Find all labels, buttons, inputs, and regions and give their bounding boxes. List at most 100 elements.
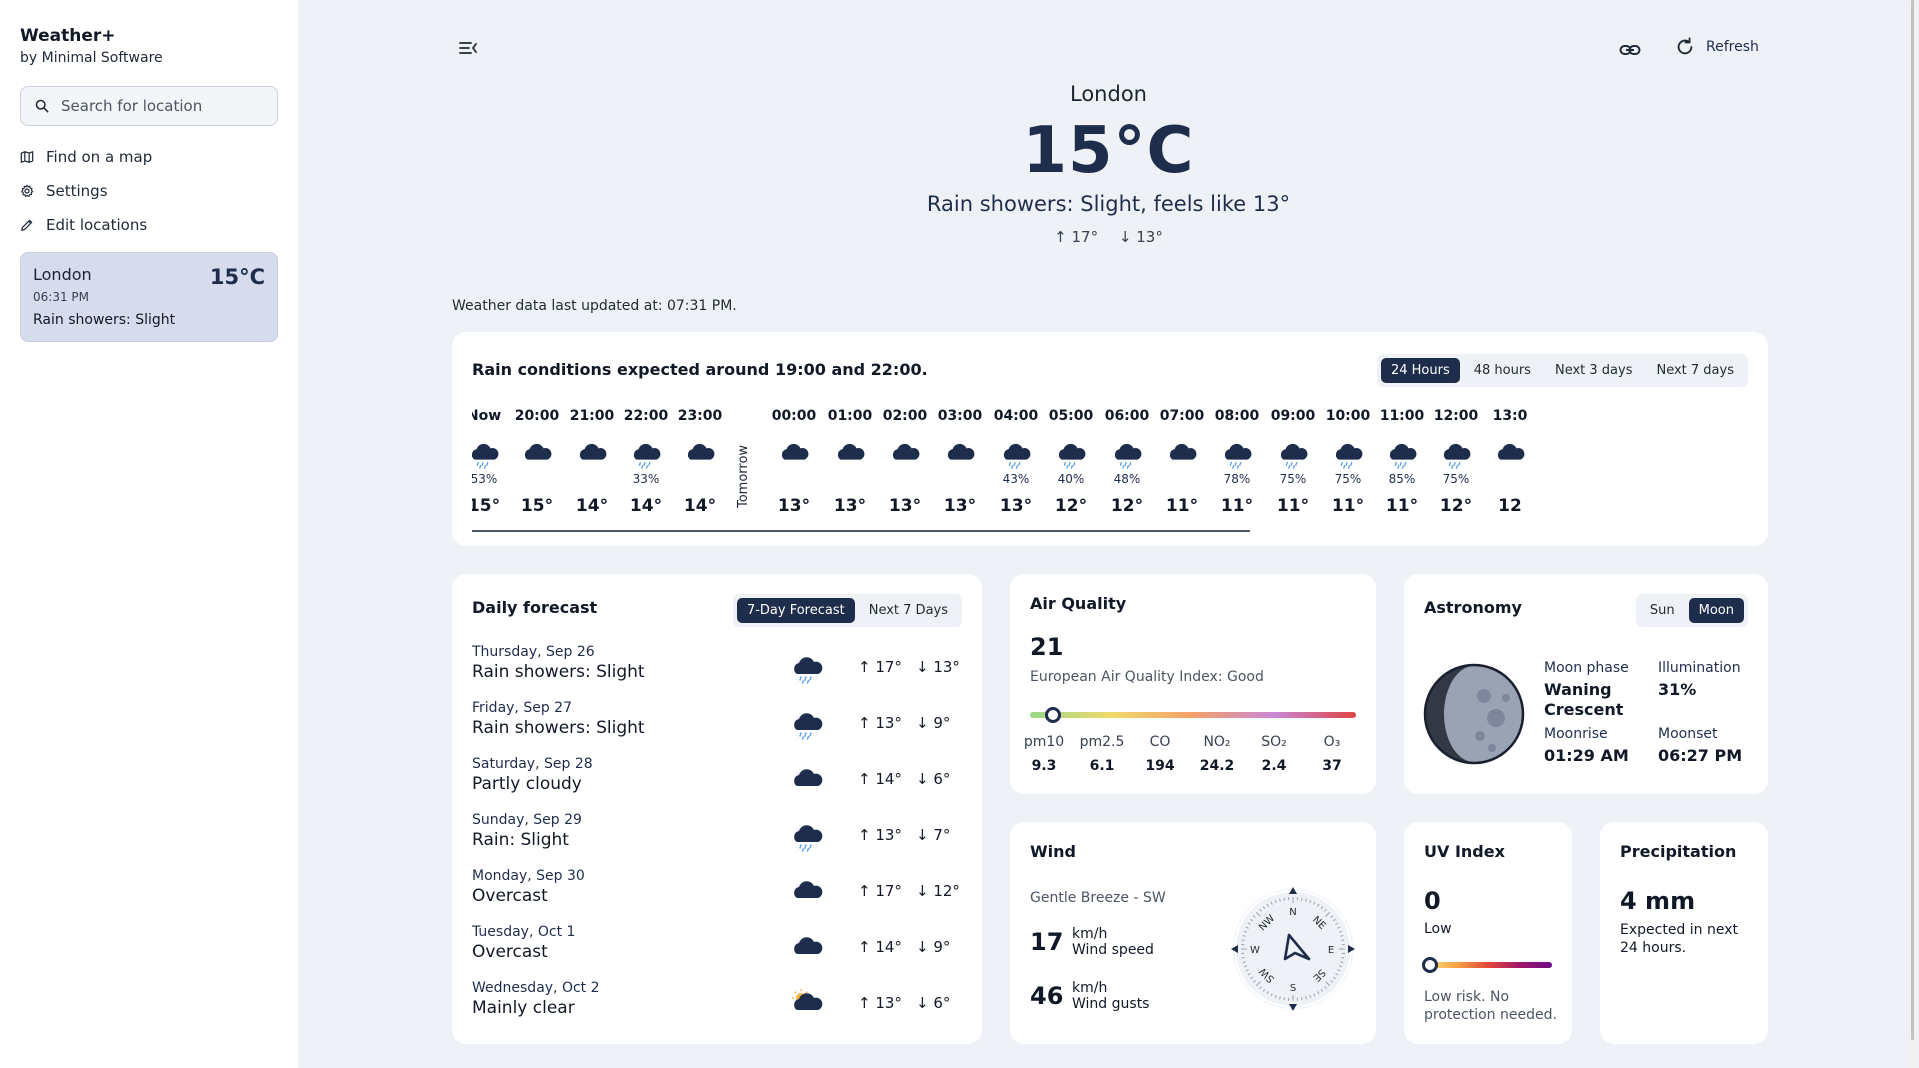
hourly-strip[interactable]: Now 53% 15° 20:00 15° 21:00 14° 22:00 33% 1… — [472, 408, 1744, 538]
hour-column: 20:00 15° — [507, 408, 567, 516]
day-low: ↓ 6° — [916, 994, 951, 1012]
uv-title: UV Index — [1424, 842, 1505, 861]
rain-cloud-icon — [1003, 443, 1031, 469]
hour-time: 08:00 — [1214, 408, 1260, 424]
uv-indicator — [1422, 957, 1438, 973]
hour-icon — [1386, 438, 1418, 470]
app-title: Weather+ — [20, 26, 116, 46]
hour-temp: 14° — [629, 496, 663, 516]
current-temp: 15°C — [1022, 114, 1195, 188]
hourly-range-tab[interactable]: 48 hours — [1464, 358, 1541, 383]
hour-icon — [1494, 438, 1526, 470]
daily-row[interactable]: Sunday, Sep 29 Rain: Slight ↑ 13° ↓ 7° — [472, 812, 962, 864]
last-updated: Weather data last updated at: 07:31 PM. — [452, 298, 737, 314]
hour-column: 08:00 78% 11° — [1207, 408, 1267, 516]
rain-cloud-icon — [1114, 443, 1142, 469]
cloud-icon — [837, 443, 865, 460]
hour-time: 21:00 — [569, 408, 615, 424]
precipitation-card: Precipitation 4 mm Expected in next 24 h… — [1600, 822, 1768, 1044]
daily-range-tab[interactable]: Next 7 Days — [859, 598, 958, 623]
wind-title: Wind — [1030, 842, 1076, 861]
pollutant-value: 2.4 — [1261, 758, 1287, 774]
hourly-range-tabs: 24 Hours 48 hours Next 3 days Next 7 days — [1376, 354, 1748, 387]
day-weather-icon — [790, 876, 824, 908]
pollutant: pm2.5 6.1 — [1072, 734, 1132, 774]
link-icon — [1619, 45, 1641, 55]
pollutant-value: 24.2 — [1199, 758, 1235, 774]
hour-precip-chance: 40% — [1057, 472, 1085, 486]
wind-description: Gentle Breeze - SW — [1030, 890, 1166, 906]
hour-time: 04:00 — [993, 408, 1039, 424]
rain-cloud-icon — [1280, 443, 1308, 469]
hour-precip-chance: 75% — [1442, 472, 1470, 486]
compass-label: S — [1290, 983, 1296, 994]
daily-row[interactable]: Saturday, Sep 28 Partly cloudy ↑ 14° ↓ 6… — [472, 756, 962, 808]
hour-column: 22:00 33% 14° — [616, 408, 676, 516]
aqi-scale-bar — [1030, 707, 1356, 723]
pollutant-name: SO₂ — [1261, 734, 1287, 750]
nav-label: Settings — [46, 182, 108, 200]
copy-link-button[interactable] — [1618, 38, 1642, 62]
daily-row[interactable]: Tuesday, Oct 1 Overcast ↑ 14° ↓ 9° — [472, 924, 962, 976]
cloud-icon — [794, 769, 823, 786]
precipitation-value: 4 mm — [1620, 887, 1696, 915]
hourly-forecast-card: Rain conditions expected around 19:00 an… — [452, 332, 1768, 546]
hour-temp: 12° — [1054, 496, 1088, 516]
illumination-value: 31% — [1658, 680, 1697, 699]
refresh-button[interactable]: Refresh — [1674, 36, 1759, 58]
pollutant-name: NO₂ — [1203, 734, 1231, 750]
page-scrollbar[interactable] — [1907, 0, 1919, 1068]
hour-time: 12:00 — [1433, 408, 1479, 424]
daily-row[interactable]: Wednesday, Oct 2 Mainly clear ↑ 13° ↓ 6° — [472, 980, 962, 1032]
hour-icon — [1221, 438, 1253, 470]
rain-cloud-icon — [794, 657, 823, 684]
nav-find-on-map[interactable]: Find on a map — [20, 140, 278, 174]
hour-column: 05:00 40% 12° — [1041, 408, 1101, 516]
saved-location-card[interactable]: London 06:31 PM Rain showers: Slight 15°… — [20, 252, 278, 342]
search-box[interactable] — [20, 86, 278, 126]
nav-edit-locations[interactable]: Edit locations — [20, 208, 278, 242]
wind-card: Wind Gentle Breeze - SW 17 km/h Wind spe… — [1010, 822, 1376, 1044]
wind-gusts-unit: km/h — [1072, 980, 1108, 996]
hourly-range-tab[interactable]: Next 3 days — [1545, 358, 1643, 383]
menu-icon — [459, 42, 477, 54]
precipitation-note: Expected in next 24 hours. — [1620, 922, 1738, 956]
astronomy-tab[interactable]: Sun — [1640, 598, 1685, 623]
hour-time: 03:00 — [937, 408, 983, 424]
day-low: ↓ 9° — [916, 714, 951, 732]
collapse-menu-button[interactable] — [456, 36, 480, 60]
hour-temp: 12° — [1439, 496, 1473, 516]
wind-speed-value: 17 — [1030, 928, 1064, 956]
hour-temp: 14° — [575, 496, 609, 516]
hourly-range-tab[interactable]: Next 7 days — [1646, 358, 1744, 383]
daily-row[interactable]: Thursday, Sep 26 Rain showers: Slight ↑ … — [472, 644, 962, 696]
location-temp: 15°C — [209, 265, 265, 289]
daily-row[interactable]: Monday, Sep 30 Overcast ↑ 17° ↓ 12° — [472, 868, 962, 920]
rain-cloud-icon — [1443, 443, 1471, 469]
hour-temp: 11° — [1331, 496, 1365, 516]
tomorrow-divider-label: Tomorrow — [736, 444, 751, 508]
cloud-icon — [947, 443, 975, 460]
hour-precip-chance — [562, 472, 622, 486]
hour-time: 11:00 — [1379, 408, 1425, 424]
hourly-range-tab[interactable]: 24 Hours — [1380, 358, 1460, 383]
hour-time: 09:00 — [1270, 408, 1316, 424]
hour-temp: 14° — [683, 496, 717, 516]
sidebar-nav: Find on a map Settings Edit locations — [20, 140, 278, 242]
search-icon — [35, 99, 49, 113]
daily-range-tab[interactable]: 7-Day Forecast — [736, 598, 855, 623]
uv-index-card: UV Index 0 Low Low risk. No protection n… — [1404, 822, 1572, 1044]
scrollbar-thumb[interactable] — [1911, 0, 1914, 1040]
nav-settings[interactable]: Settings — [20, 174, 278, 208]
moon-phase-value: Waning Crescent — [1544, 680, 1624, 719]
astronomy-tab[interactable]: Moon — [1688, 598, 1744, 623]
compass-label: W — [1250, 945, 1260, 956]
cloud-icon — [794, 881, 823, 898]
daily-row[interactable]: Friday, Sep 27 Rain showers: Slight ↑ 13… — [472, 700, 962, 752]
astronomy-tabs: Sun Moon — [1635, 594, 1748, 627]
search-input[interactable] — [61, 97, 263, 115]
illumination-label: Illumination — [1658, 660, 1741, 676]
pollutant-name: pm10 — [1023, 734, 1065, 750]
hour-precip-chance — [875, 472, 935, 486]
hour-precip-chance — [930, 472, 990, 486]
